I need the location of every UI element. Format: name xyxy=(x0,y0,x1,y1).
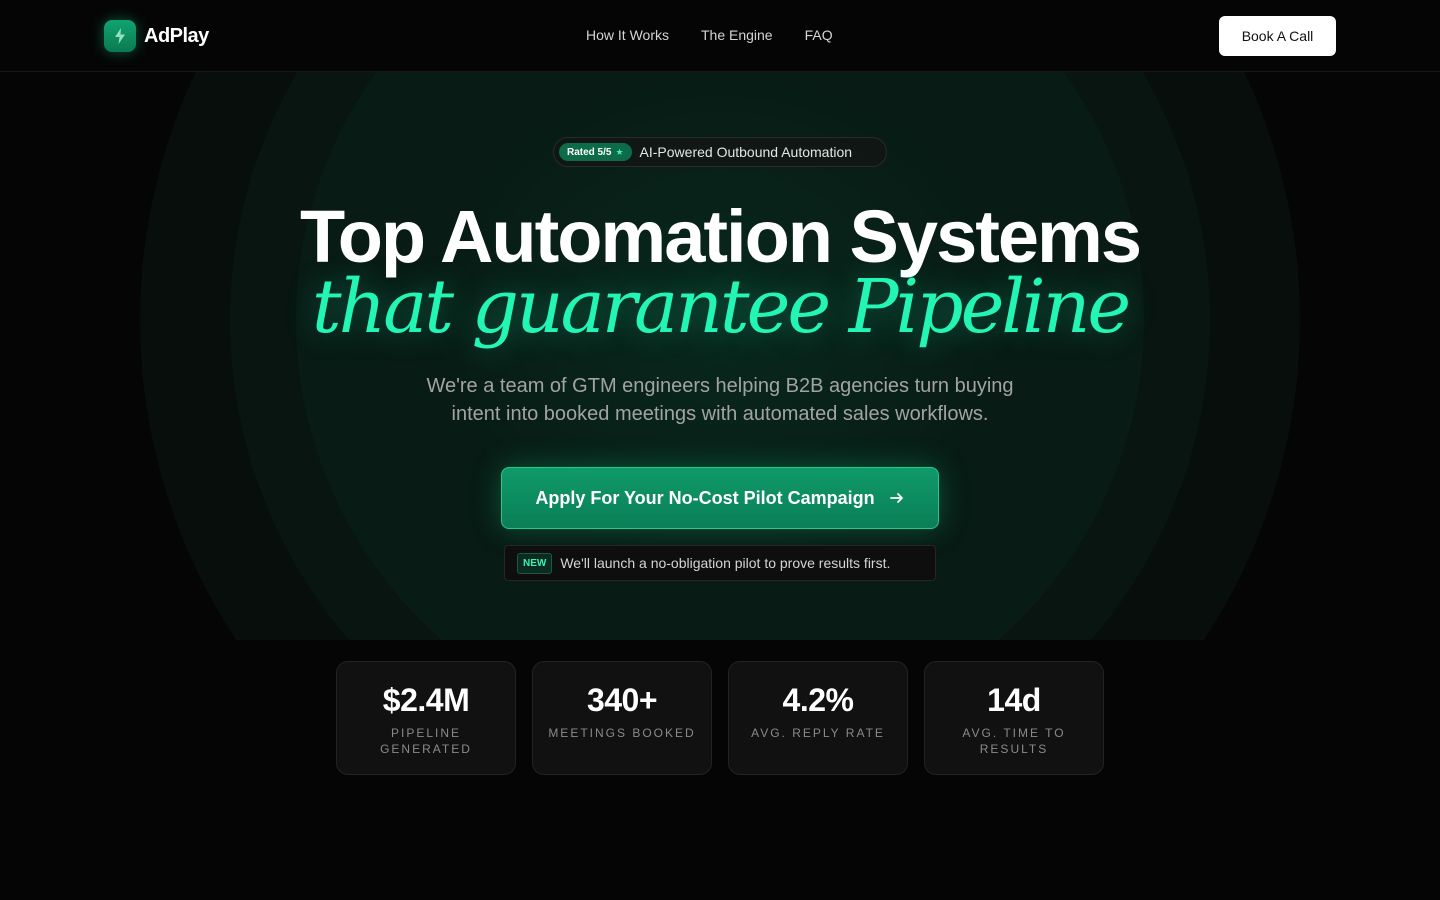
stat-label: PIPELINE GENERATED xyxy=(380,726,472,756)
stat-label: AVG. REPLY RATE xyxy=(751,726,885,740)
brand-logo[interactable]: AdPlay xyxy=(104,20,209,52)
pilot-note-text: We'll launch a no-obligation pilot to pr… xyxy=(560,555,891,571)
stat-value: 4.2% xyxy=(782,682,854,718)
stats-row: $2.4M PIPELINE GENERATED 340+ MEETINGS B… xyxy=(336,661,1104,775)
nav-how-it-works[interactable]: How It Works xyxy=(586,27,669,43)
stat-value: 340+ xyxy=(586,682,658,718)
stat-card-time-to-results: 14d AVG. TIME TO RESULTS xyxy=(924,661,1104,775)
nav-the-engine[interactable]: The Engine xyxy=(701,27,773,43)
star-icon: ★ xyxy=(615,146,624,157)
lightning-bolt-icon xyxy=(104,20,136,52)
arrow-right-icon xyxy=(889,493,903,503)
hero-subtitle: We're a team of GTM engineers helping B2… xyxy=(426,375,1014,425)
pilot-note: NEW We'll launch a no-obligation pilot t… xyxy=(504,545,936,581)
nav-faq[interactable]: FAQ xyxy=(805,27,833,43)
rating-pill: Rated 5/5 ★ xyxy=(559,143,632,161)
stat-value: 14d xyxy=(987,682,1041,718)
stat-value: $2.4M xyxy=(382,682,470,718)
stat-card-meetings: 340+ MEETINGS BOOKED xyxy=(532,661,712,775)
rating-text: Rated 5/5 xyxy=(567,146,612,158)
apply-pilot-label: Apply For Your No-Cost Pilot Campaign xyxy=(535,487,875,508)
stat-card-pipeline: $2.4M PIPELINE GENERATED xyxy=(336,661,516,775)
apply-pilot-button[interactable]: Apply For Your No-Cost Pilot Campaign xyxy=(501,467,939,529)
brand-name: AdPlay xyxy=(144,24,209,47)
stat-label: AVG. TIME TO RESULTS xyxy=(962,726,1066,756)
stat-label: MEETINGS BOOKED xyxy=(548,726,696,740)
top-navbar: AdPlay How It Works The Engine FAQ Book … xyxy=(0,0,1440,72)
main-nav: How It Works The Engine FAQ xyxy=(586,27,833,43)
book-a-call-button[interactable]: Book A Call xyxy=(1219,16,1336,56)
badge-text: AI-Powered Outbound Automation xyxy=(639,144,853,160)
new-tag: NEW xyxy=(517,552,553,574)
stat-card-reply-rate: 4.2% AVG. REPLY RATE xyxy=(728,661,908,775)
hero-badge: Rated 5/5 ★ AI-Powered Outbound Automati… xyxy=(553,137,887,167)
hero-title-accent: that guarantee Pipeline xyxy=(311,264,1131,350)
